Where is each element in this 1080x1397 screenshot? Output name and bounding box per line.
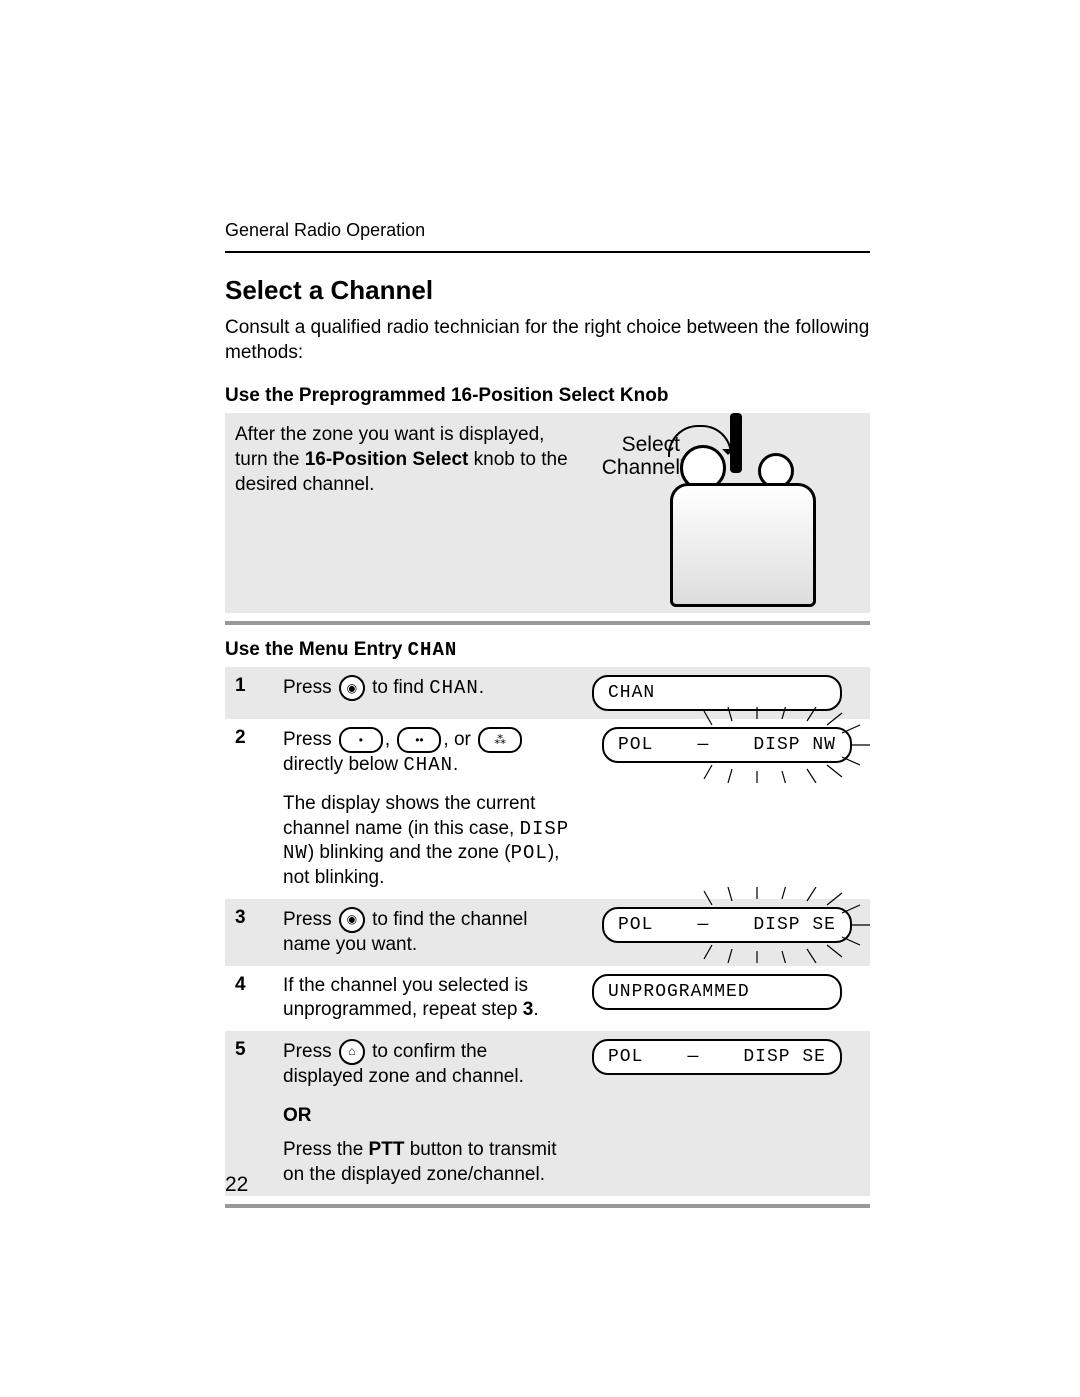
display-right-text: DISP SE <box>753 915 836 935</box>
step-number: 4 <box>235 974 263 996</box>
home-button-icon: ⌂ <box>339 1039 365 1065</box>
nav-button-icon: ◉ <box>339 675 365 701</box>
step-number: 3 <box>235 907 263 929</box>
step-text: Press •, ••, or ⁂ directly below CHAN. Th… <box>283 727 572 890</box>
display-left-text: CHAN <box>608 683 655 703</box>
step-number: 2 <box>235 727 263 749</box>
text: Press <box>283 909 337 930</box>
bold-text: 3 <box>523 999 534 1020</box>
text: Press the <box>283 1139 369 1160</box>
code-text: POL <box>511 842 548 864</box>
softkey-2-icon: •• <box>397 727 441 753</box>
text: If the channel you selected is unprogram… <box>283 975 528 1021</box>
text: Press <box>283 677 337 698</box>
display-left-text: UNPROGRAMMED <box>608 982 750 1002</box>
running-header: General Radio Operation <box>225 220 870 241</box>
text: ) blinking and the zone ( <box>308 842 511 863</box>
step-row: 5 Press ⌂ to confirm the displayed zone a… <box>225 1031 870 1196</box>
text-bold: 16-Position Select <box>305 449 469 470</box>
code-text: CHAN <box>429 677 479 699</box>
display-left-text: POL <box>618 735 653 755</box>
or-label: OR <box>283 1104 572 1129</box>
display-left-text: POL <box>608 1047 643 1067</box>
display-separator: — <box>653 915 753 935</box>
step-number: 1 <box>235 675 263 697</box>
step-extra-text: The display shows the current channel na… <box>283 792 572 891</box>
step-text: Press ◉ to find CHAN. <box>283 675 572 701</box>
radio-illustration: Select Channel ➤ <box>600 423 830 603</box>
step-row: 4 If the channel you selected is unprogra… <box>225 966 870 1031</box>
text: directly below <box>283 754 403 775</box>
lcd-display: UNPROGRAMMED <box>592 974 842 1010</box>
step-row: 2 Press •, ••, or ⁂ directly below CHAN. T… <box>225 719 870 898</box>
display-separator: — <box>653 735 753 755</box>
step-row: 3 Press ◉ to find the channel name you wa… <box>225 899 870 966</box>
bold-text: PTT <box>369 1139 405 1160</box>
section-a-text: After the zone you want is displayed, tu… <box>225 423 580 497</box>
step-extra-text: Press the PTT button to transmit on the … <box>283 1138 572 1187</box>
step-displays: UNPROGRAMMED <box>592 974 862 1010</box>
intro-paragraph: Consult a qualified radio technician for… <box>225 316 870 365</box>
softkey-3-icon: ⁂ <box>478 727 522 753</box>
lcd-display: POL—DISP SE <box>602 907 852 943</box>
step-displays: POL—DISP SE <box>592 907 862 943</box>
section-a-heading: Use the Preprogrammed 16-Position Select… <box>225 385 870 407</box>
blinking-display: POL—DISP NW <box>592 727 862 763</box>
page: General Radio Operation Select a Channel… <box>0 0 1080 1397</box>
step-displays: POL—DISP NW <box>592 727 862 763</box>
section-b-heading: Use the Menu Entry CHAN <box>225 639 870 661</box>
text: . <box>479 677 484 698</box>
radio-antenna <box>730 413 742 473</box>
text: . <box>453 754 458 775</box>
step-text: Press ◉ to find the channel name you wan… <box>283 907 572 958</box>
radio-illustration-container: Select Channel ➤ <box>600 423 870 603</box>
code-text: CHAN <box>403 754 453 776</box>
nav-button-icon: ◉ <box>339 907 365 933</box>
step-row: 1Press ◉ to find CHAN.CHAN <box>225 667 870 719</box>
text: to find <box>367 677 429 698</box>
step-displays: POL—DISP SE <box>592 1039 862 1075</box>
section-divider <box>225 621 870 625</box>
section-a-block: After the zone you want is displayed, tu… <box>225 413 870 613</box>
blinking-display: POL—DISP SE <box>592 907 862 943</box>
lcd-display: POL—DISP NW <box>602 727 852 763</box>
page-title: Select a Channel <box>225 275 870 306</box>
text: , or <box>443 729 476 750</box>
text: Press <box>283 729 337 750</box>
bottom-divider <box>225 1204 870 1208</box>
text: . <box>533 999 538 1020</box>
step-text: Press ⌂ to confirm the displayed zone an… <box>283 1039 572 1188</box>
display-left-text: POL <box>618 915 653 935</box>
page-number: 22 <box>225 1173 248 1197</box>
step-displays: CHAN <box>592 675 862 711</box>
steps-list: 1Press ◉ to find CHAN.CHAN2Press •, ••, … <box>225 667 870 1195</box>
display-right-text: DISP SE <box>743 1047 826 1067</box>
header-rule <box>225 251 870 253</box>
text: Press <box>283 1041 337 1062</box>
text: The display shows the current channel na… <box>283 793 535 839</box>
display-separator: — <box>643 1047 743 1067</box>
radio-body-icon <box>670 483 816 607</box>
step-number: 5 <box>235 1039 263 1061</box>
softkey-1-icon: • <box>339 727 383 753</box>
text: , <box>385 729 396 750</box>
lcd-display: CHAN <box>592 675 842 711</box>
display-right-text: DISP NW <box>753 735 836 755</box>
select-channel-label: Select Channel <box>590 433 680 479</box>
lcd-display: POL—DISP SE <box>592 1039 842 1075</box>
step-text: If the channel you selected is unprogram… <box>283 974 572 1023</box>
